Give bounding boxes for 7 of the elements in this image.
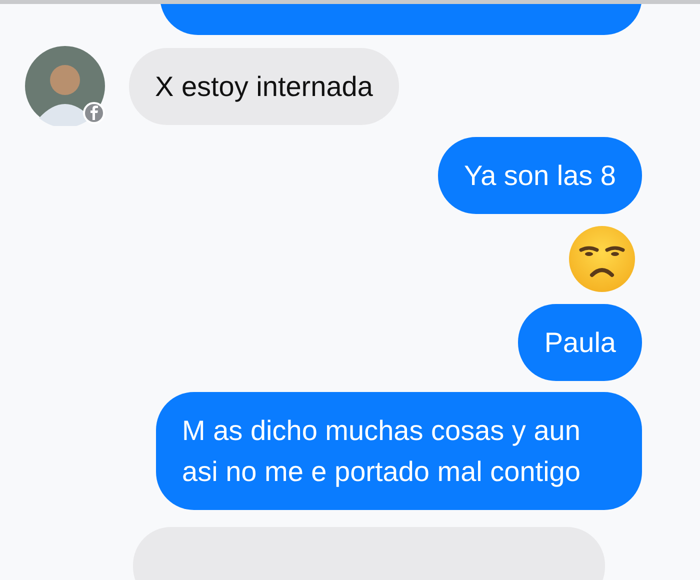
- facebook-badge-icon: [83, 102, 105, 124]
- sent-message-bubble: M as dicho muchas cosas y aun asi no me e portado mal contigo: [156, 392, 642, 510]
- sent-message-bubble: Paula: [518, 304, 642, 381]
- sent-message-bubble: Ya son las 8: [438, 137, 642, 214]
- received-message-bubble: X estoy internada: [129, 48, 399, 124]
- avatar[interactable]: [25, 46, 105, 126]
- unamused-emoji-icon: [567, 225, 637, 293]
